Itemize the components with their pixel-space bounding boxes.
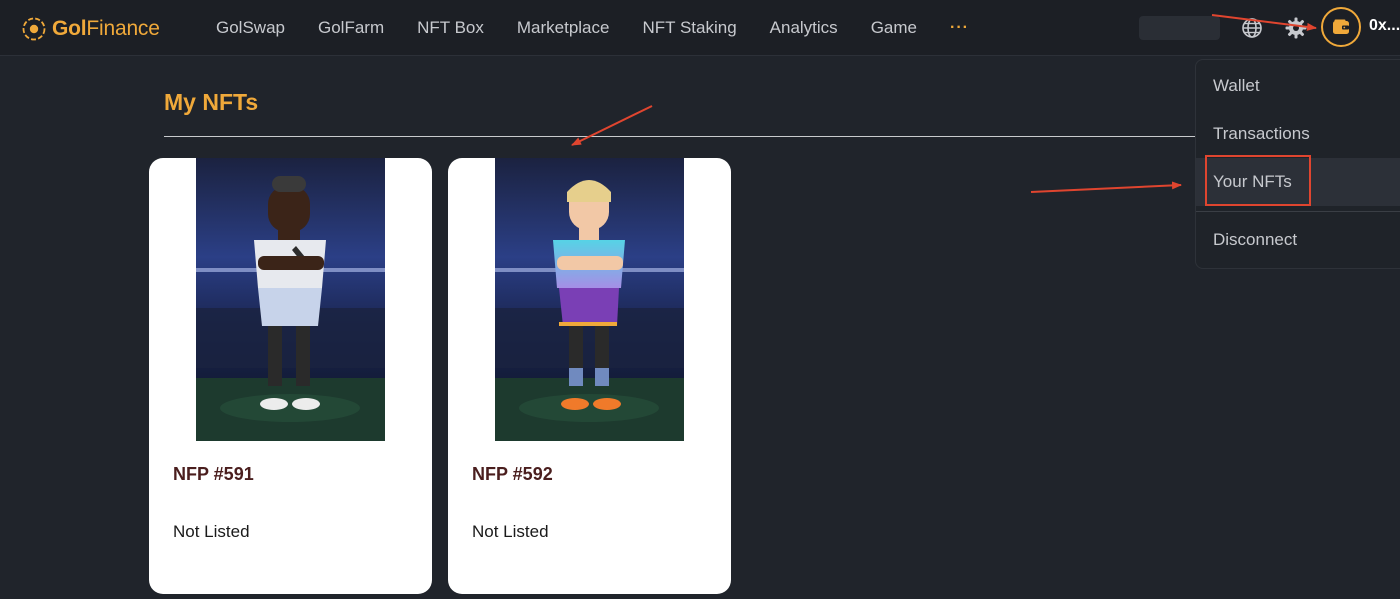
arrow-to-nft-card [571,105,653,146]
nft-image [196,158,385,441]
wallet-address[interactable]: 0x... [1369,17,1400,35]
globe-icon[interactable] [1240,16,1264,40]
top-navigation-bar: GolFinance GolSwap GolFarm NFT Box Marke… [0,0,1400,56]
wallet-button[interactable] [1321,7,1361,47]
brand-name: GolFinance [52,17,160,40]
nft-image [495,158,684,441]
nft-card[interactable]: NFP #591 Not Listed [149,158,432,594]
nav-item-golswap[interactable]: GolSwap [216,18,285,38]
nft-name: NFP #591 [173,464,254,484]
menu-item-your-nfts[interactable]: Your NFTs [1196,158,1400,206]
brand-logo[interactable]: GolFinance [22,15,160,43]
nav-item-golfarm[interactable]: GolFarm [318,18,384,38]
nft-listing-status: Not Listed [472,522,549,541]
soccer-ball-logo-icon [22,17,46,41]
nav-item-nft-staking[interactable]: NFT Staking [642,18,736,38]
nft-name: NFP #592 [472,464,553,484]
search-box[interactable] [1139,16,1220,40]
main-nav: GolSwap GolFarm NFT Box Marketplace NFT … [216,0,969,56]
more-icon[interactable]: ··· [950,19,969,37]
menu-item-disconnect[interactable]: Disconnect [1196,216,1400,264]
gear-icon[interactable] [1284,16,1308,40]
wallet-dropdown-menu: Wallet Transactions Your NFTs Disconnect [1195,59,1400,269]
nav-item-nft-box[interactable]: NFT Box [417,18,484,38]
nft-card[interactable]: NFP #592 Not Listed [448,158,731,594]
page-title: My NFTs [164,89,259,115]
nav-item-game[interactable]: Game [871,18,917,38]
nft-listing-status: Not Listed [173,522,250,541]
menu-divider [1196,211,1400,212]
title-divider [164,136,1204,137]
nav-item-marketplace[interactable]: Marketplace [517,18,610,38]
wallet-icon [1333,19,1349,34]
nav-item-analytics[interactable]: Analytics [770,18,838,38]
menu-item-transactions[interactable]: Transactions [1196,110,1400,158]
arrow-to-your-nfts [1030,181,1182,193]
menu-item-wallet[interactable]: Wallet [1196,62,1400,110]
